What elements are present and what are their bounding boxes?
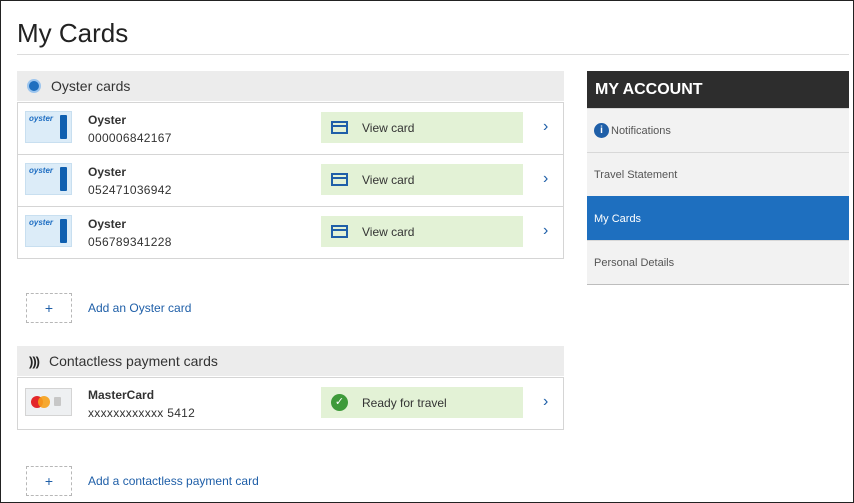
credit-card-icon xyxy=(331,225,348,238)
chevron-right-icon[interactable]: › xyxy=(543,118,548,136)
contactless-card-list: MasterCard xxxxxxxxxxxx 5412 ✓ Ready for… xyxy=(17,377,564,430)
contactless-card-row[interactable]: MasterCard xxxxxxxxxxxx 5412 ✓ Ready for… xyxy=(18,378,563,429)
oyster-card-row[interactable]: oyster Oyster 056789341228 View card › xyxy=(18,206,563,258)
oyster-card-row[interactable]: oyster Oyster 052471036942 View card › xyxy=(18,154,563,206)
plus-icon[interactable]: + xyxy=(26,466,72,496)
sidebar-item-label: Travel Statement xyxy=(594,168,678,181)
add-contactless-card[interactable]: + Add a contactless payment card xyxy=(26,466,259,496)
chevron-right-icon[interactable]: › xyxy=(543,170,548,188)
my-account-menu: MY ACCOUNT i Notifications Travel Statem… xyxy=(587,71,849,285)
card-name: MasterCard xyxy=(88,388,155,402)
contactless-section-title: Contactless payment cards xyxy=(49,353,218,369)
add-oyster-card[interactable]: + Add an Oyster card xyxy=(26,293,191,323)
card-number: 052471036942 xyxy=(88,183,172,197)
sidebar-item-my-cards[interactable]: My Cards xyxy=(587,196,849,240)
card-number: 000006842167 xyxy=(88,131,172,145)
sidebar-item-label: My Cards xyxy=(594,212,642,225)
view-card-label: View card xyxy=(362,120,415,135)
view-card-label: View card xyxy=(362,224,415,239)
sidebar-item-label: Personal Details xyxy=(594,256,675,269)
oyster-card-row[interactable]: oyster Oyster 000006842167 View card › xyxy=(18,103,563,154)
status-label: Ready for travel xyxy=(362,395,447,410)
sidebar-item-notifications[interactable]: i Notifications xyxy=(587,108,849,152)
oyster-radio-icon xyxy=(27,79,41,93)
info-icon: i xyxy=(594,123,609,138)
card-name: Oyster xyxy=(88,165,127,179)
chevron-right-icon[interactable]: › xyxy=(543,393,548,411)
oyster-logo-text: oyster xyxy=(29,166,54,175)
credit-card-icon xyxy=(331,173,348,186)
oyster-card-list: oyster Oyster 000006842167 View card › o… xyxy=(17,102,564,259)
sidebar-item-personal-details[interactable]: Personal Details xyxy=(587,240,849,284)
view-card-label: View card xyxy=(362,172,415,187)
card-name: Oyster xyxy=(88,113,127,127)
add-contactless-card-link[interactable]: Add a contactless payment card xyxy=(88,474,259,488)
add-oyster-card-link[interactable]: Add an Oyster card xyxy=(88,301,191,315)
oyster-card-thumbnail: oyster xyxy=(25,163,72,195)
card-name: Oyster xyxy=(88,217,127,231)
check-circle-icon: ✓ xyxy=(331,394,348,411)
card-number: xxxxxxxxxxxx 5412 xyxy=(88,406,196,420)
oyster-card-thumbnail: oyster xyxy=(25,215,72,247)
oyster-card-thumbnail: oyster xyxy=(25,111,72,143)
my-account-heading: MY ACCOUNT xyxy=(587,71,849,108)
view-card-button[interactable]: View card xyxy=(321,216,523,247)
contactless-section-header: ))) Contactless payment cards xyxy=(17,346,564,376)
contactless-icon: ))) xyxy=(29,353,40,369)
card-number: 056789341228 xyxy=(88,235,172,249)
view-card-button[interactable]: View card xyxy=(321,164,523,195)
chevron-right-icon[interactable]: › xyxy=(543,222,548,240)
sidebar-item-travel-statement[interactable]: Travel Statement xyxy=(587,152,849,196)
view-card-button[interactable]: View card xyxy=(321,112,523,143)
oyster-logo-text: oyster xyxy=(29,114,54,123)
plus-icon[interactable]: + xyxy=(26,293,72,323)
credit-card-icon xyxy=(331,121,348,134)
oyster-section-title: Oyster cards xyxy=(51,78,131,94)
ready-for-travel-status[interactable]: ✓ Ready for travel xyxy=(321,387,523,418)
mastercard-thumbnail xyxy=(25,388,72,416)
page-title: My Cards xyxy=(17,18,129,48)
title-divider xyxy=(17,54,849,55)
oyster-section-header: Oyster cards xyxy=(17,71,564,101)
oyster-logo-text: oyster xyxy=(29,218,54,227)
sidebar-item-label: Notifications xyxy=(611,124,671,137)
